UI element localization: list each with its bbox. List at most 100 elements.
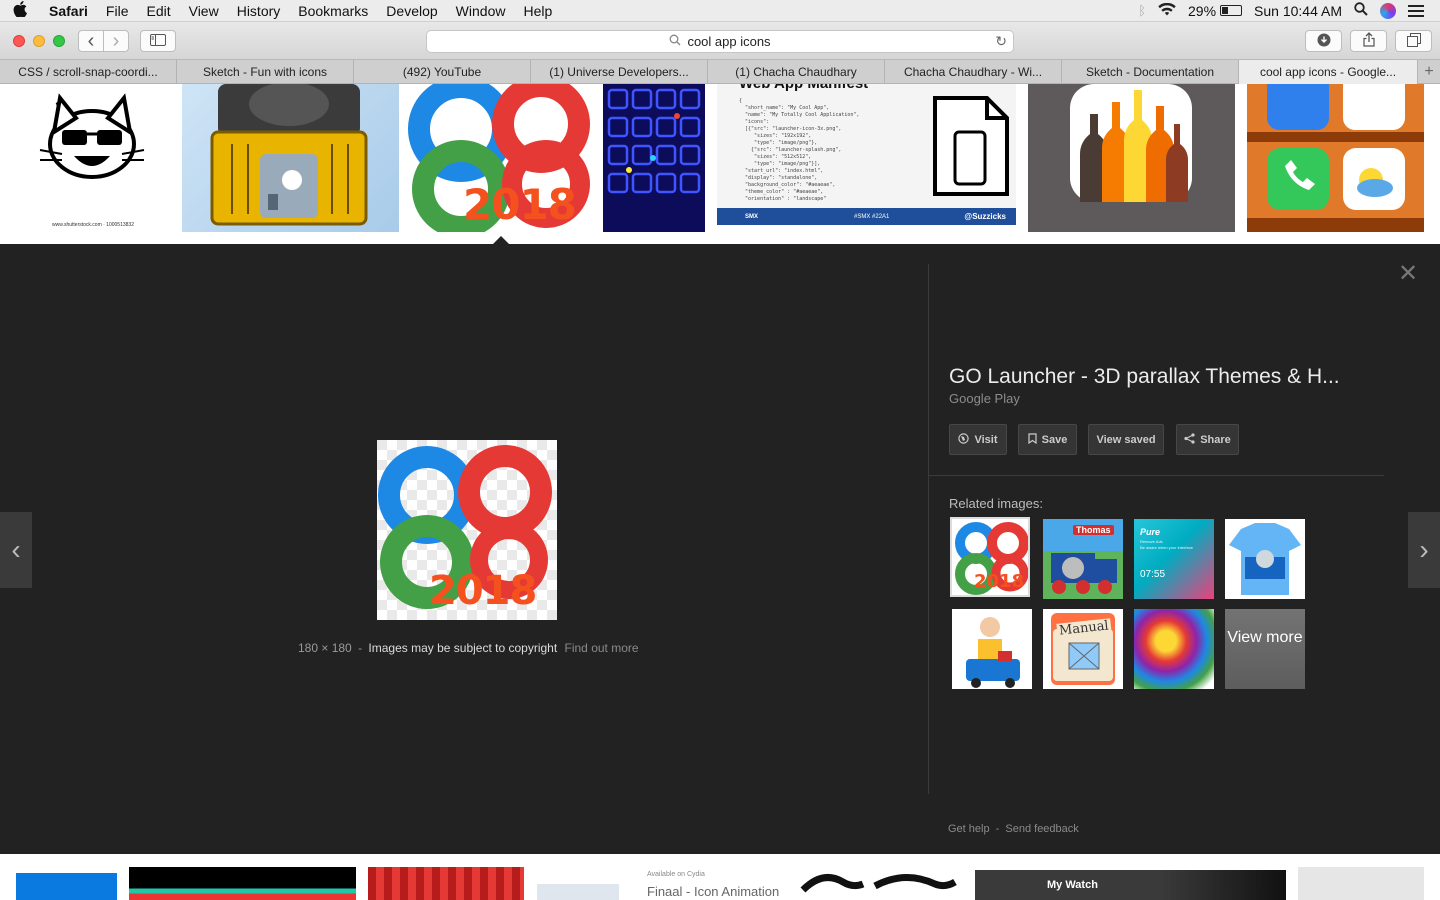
minimize-window-button[interactable]	[33, 35, 45, 47]
share-nodes-icon	[1184, 432, 1195, 447]
chevron-left-icon: ‹	[11, 534, 21, 565]
related-thumb-manual[interactable]: Manual	[1043, 609, 1123, 689]
save-label: Save	[1041, 433, 1068, 446]
get-help-link[interactable]: Get help	[948, 823, 990, 835]
send-feedback-link[interactable]: Send feedback	[1005, 823, 1078, 835]
result-thumb-toolbox[interactable]	[182, 84, 399, 232]
siri-icon[interactable]	[1380, 2, 1396, 19]
save-button[interactable]: Save	[1018, 424, 1077, 455]
menu-develop[interactable]: Develop	[377, 0, 446, 22]
result-thumb-web-app-manifest[interactable]: Web App Manifest { "short_name": "My Coo…	[717, 84, 1016, 225]
result-thumb-ios-shelf[interactable]	[1247, 84, 1424, 232]
tab-chacha-chaudhary-wiki[interactable]: Chacha Chaudhary - Wi...	[885, 60, 1062, 84]
apple-menu-icon[interactable]	[0, 0, 40, 21]
ios-shelf-icons-image	[1247, 84, 1424, 232]
downloads-button[interactable]	[1305, 30, 1342, 52]
wifi-icon[interactable]	[1158, 2, 1176, 19]
share-button[interactable]	[1350, 30, 1387, 52]
menu-file[interactable]: File	[97, 0, 138, 22]
zoom-window-button[interactable]	[53, 35, 65, 47]
tab-youtube[interactable]: (492) YouTube	[354, 60, 531, 84]
result-thumb-phone-icons[interactable]	[537, 884, 619, 900]
related-thumb-kid-ride-on[interactable]	[952, 609, 1032, 689]
menu-help[interactable]: Help	[514, 0, 561, 22]
battery-percent: 29%	[1188, 2, 1217, 19]
battery-status[interactable]: 29%	[1188, 2, 1243, 19]
result-thumb-gray-device[interactable]	[1298, 867, 1424, 900]
result-thumb-bottles[interactable]	[1028, 84, 1235, 232]
result-thumb-theater-curtain[interactable]	[368, 867, 524, 900]
menu-history[interactable]: History	[228, 0, 290, 22]
bluetooth-icon[interactable]: ᛒ	[1138, 3, 1146, 18]
pacman-grid-image	[607, 88, 701, 194]
tab-css-scroll-snap[interactable]: CSS / scroll-snap-coordi...	[0, 60, 177, 84]
close-icon: ✕	[1397, 260, 1419, 287]
separator: -	[358, 641, 363, 655]
result-thumb-go-launcher[interactable]: 2018	[401, 84, 601, 232]
previous-image-button[interactable]: ‹	[0, 512, 32, 588]
menu-bar: Safari File Edit View History Bookmarks …	[0, 0, 1440, 22]
address-bar[interactable]: cool app icons ↻	[426, 30, 1014, 53]
menu-safari[interactable]: Safari	[40, 0, 97, 22]
view-more-button[interactable]: View more	[1225, 609, 1305, 689]
tab-cool-app-icons[interactable]: cool app icons - Google...	[1239, 60, 1418, 84]
related-thumb-thomas-shirt[interactable]	[1225, 519, 1305, 599]
menu-edit[interactable]: Edit	[137, 0, 179, 22]
forward-button[interactable]: ›	[103, 30, 129, 52]
tab-overview-button[interactable]	[1395, 30, 1432, 52]
result-thumb-pacman[interactable]	[603, 84, 705, 232]
related-thumb-pure-theme[interactable]: Pure Remove Ads Be aware when your inter…	[1134, 519, 1214, 599]
menu-bookmarks[interactable]: Bookmarks	[289, 0, 377, 22]
copyright-note: Images may be subject to copyright	[368, 641, 558, 655]
tab-chacha-chaudhary[interactable]: (1) Chacha Chaudhary	[708, 60, 885, 84]
image-title[interactable]: GO Launcher - 3D parallax Themes & H...	[949, 365, 1340, 389]
preview-image[interactable]: 2018	[377, 440, 557, 620]
result-thumb-dark-colorful[interactable]	[129, 867, 356, 900]
clock[interactable]: Sun 10:44 AM	[1254, 3, 1342, 19]
image-source[interactable]: Google Play	[949, 391, 1020, 406]
tab-label: (1) Chacha Chaudhary	[735, 65, 857, 79]
result-thumb-bird-doodle[interactable]	[795, 870, 960, 900]
toolbox-icon-image	[210, 84, 368, 226]
related-year-text: 2018	[974, 571, 1025, 592]
sidebar-toggle-button[interactable]	[140, 30, 176, 52]
tab-label: Chacha Chaudhary - Wi...	[903, 65, 1043, 79]
back-button[interactable]: ‹	[78, 30, 104, 52]
close-panel-button[interactable]: ✕	[1396, 262, 1420, 286]
visit-label: Visit	[974, 433, 998, 446]
menu-window[interactable]: Window	[447, 0, 515, 22]
close-window-button[interactable]	[13, 35, 25, 47]
manifest-footer-left: SMX	[745, 213, 759, 220]
tab-label: cool app icons - Google...	[1259, 65, 1397, 79]
go-year-text: 2018	[463, 180, 577, 229]
new-tab-button[interactable]: +	[1418, 60, 1440, 83]
find-out-more-link[interactable]: Find out more	[565, 641, 639, 655]
reload-icon[interactable]: ↻	[995, 33, 1007, 50]
notification-center-icon[interactable]	[1408, 4, 1424, 17]
next-image-button[interactable]: ›	[1408, 512, 1440, 588]
pure-time: 07:55	[1140, 569, 1166, 580]
related-thumb-paint-splash[interactable]	[1134, 609, 1214, 689]
related-thumb-thomas-train[interactable]: Thomas	[1043, 519, 1123, 599]
share-image-button[interactable]: Share	[1176, 424, 1239, 455]
result-thumb-my-watch[interactable]: My Watch	[975, 870, 1286, 900]
related-thumb-go-launcher[interactable]: 2018	[950, 517, 1030, 597]
result-thumb-cydia-animation[interactable]: Available on Cydia Finaal - Icon Animati…	[640, 867, 780, 900]
tab-sketch-fun-with-icons[interactable]: Sketch - Fun with icons	[177, 60, 354, 84]
tab-sketch-documentation[interactable]: Sketch - Documentation	[1062, 60, 1239, 84]
visit-button[interactable]: Visit	[949, 424, 1007, 455]
cydia-available: Available on Cydia	[647, 871, 705, 878]
spotlight-search-icon[interactable]	[1354, 2, 1368, 19]
browser-toolbar: ‹ › cool app icons ↻	[0, 22, 1440, 60]
help-links: Get help - Send feedback	[948, 823, 1079, 835]
share-label: Share	[1200, 433, 1231, 446]
result-thumb-blue-tile[interactable]	[16, 873, 117, 900]
menu-view[interactable]: View	[180, 0, 228, 22]
result-thumb-cat[interactable]: www.shutterstock.com · 1000513832	[0, 84, 180, 232]
image-results-row: www.shutterstock.com · 1000513832 2018 {…	[0, 84, 1440, 245]
manifest-title: Web App Manifest	[739, 84, 868, 92]
view-saved-button[interactable]: View saved	[1088, 424, 1164, 455]
chevron-right-icon: ›	[1419, 534, 1429, 565]
tab-universe-developers[interactable]: (1) Universe Developers...	[531, 60, 708, 84]
tab-label: (492) YouTube	[402, 65, 482, 79]
